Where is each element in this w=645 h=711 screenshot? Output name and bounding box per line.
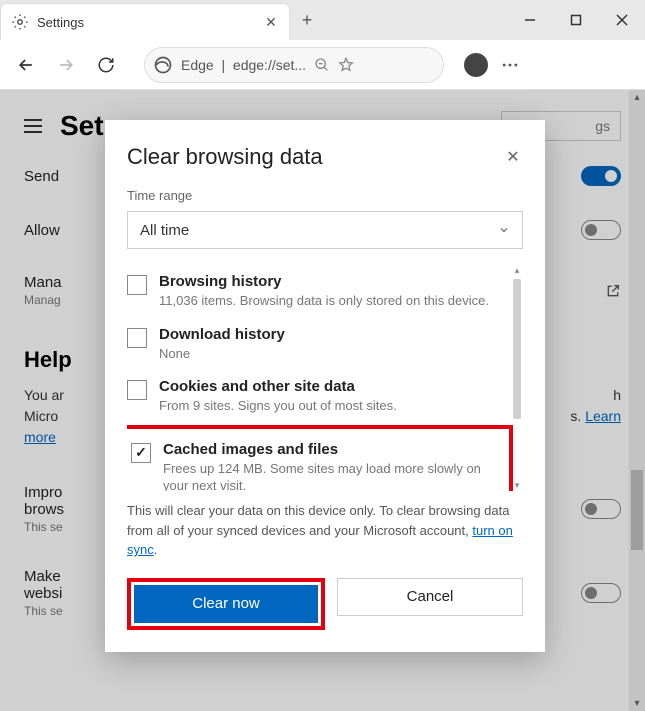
browser-tab[interactable]: Settings ✕ — [0, 3, 290, 40]
checkbox-cookies[interactable] — [127, 380, 147, 400]
clear-browsing-data-dialog: Clear browsing data ✕ Time range All tim… — [105, 120, 545, 652]
address-text: Edge | edge://set... — [181, 57, 306, 73]
maximize-button[interactable] — [553, 0, 599, 40]
more-menu-button[interactable] — [492, 47, 528, 83]
cancel-button[interactable]: Cancel — [337, 578, 523, 616]
option-desc: 11,036 items. Browsing data is only stor… — [159, 292, 507, 310]
option-desc: None — [159, 345, 507, 363]
toolbar: Edge | edge://set... — [0, 40, 645, 90]
clear-now-button[interactable]: Clear now — [134, 585, 318, 623]
option-name: Cached images and files — [163, 441, 503, 458]
option-cached-images: Cached images and files Frees up 124 MB.… — [131, 433, 503, 491]
favorite-icon[interactable] — [338, 57, 354, 73]
gear-icon — [11, 13, 29, 31]
options-list: Browsing history 11,036 items. Browsing … — [127, 265, 523, 491]
back-button[interactable] — [8, 47, 44, 83]
window-close-button[interactable] — [599, 0, 645, 40]
time-range-select[interactable]: All time — [127, 211, 523, 249]
option-name: Download history — [159, 326, 507, 343]
list-scrollbar[interactable]: ▴ ▾ — [511, 265, 523, 491]
option-download-history: Download history None — [127, 318, 507, 371]
checkbox-browsing-history[interactable] — [127, 275, 147, 295]
zoom-out-icon[interactable] — [314, 57, 330, 73]
time-range-value: All time — [140, 222, 189, 239]
tab-label: Settings — [37, 15, 255, 30]
option-cookies: Cookies and other site data From 9 sites… — [127, 370, 507, 423]
title-bar: Settings ✕ + — [0, 0, 645, 40]
checkbox-cached-images[interactable] — [131, 443, 151, 463]
highlight-annotation: Clear now — [127, 578, 325, 630]
highlight-annotation: Cached images and files Frees up 124 MB.… — [127, 425, 513, 491]
option-name: Browsing history — [159, 273, 507, 290]
new-tab-button[interactable]: + — [290, 0, 324, 40]
edge-icon — [153, 55, 173, 75]
tab-close-icon[interactable]: ✕ — [263, 14, 279, 30]
checkbox-download-history[interactable] — [127, 328, 147, 348]
sync-note: This will clear your data on this device… — [127, 501, 523, 560]
profile-avatar[interactable] — [464, 53, 488, 77]
address-bar[interactable]: Edge | edge://set... — [144, 47, 444, 83]
dialog-close-button[interactable]: ✕ — [503, 147, 523, 167]
chevron-down-icon — [498, 224, 510, 236]
scroll-down-icon[interactable]: ▾ — [511, 480, 523, 491]
scroll-up-icon[interactable]: ▴ — [511, 265, 523, 276]
minimize-button[interactable] — [507, 0, 553, 40]
forward-button[interactable] — [48, 47, 84, 83]
option-name: Cookies and other site data — [159, 378, 507, 395]
refresh-button[interactable] — [88, 47, 124, 83]
dialog-title: Clear browsing data — [127, 144, 323, 170]
time-range-label: Time range — [127, 188, 523, 203]
option-desc: Frees up 124 MB. Some sites may load mor… — [163, 460, 503, 491]
scrollbar-thumb[interactable] — [513, 279, 521, 419]
option-desc: From 9 sites. Signs you out of most site… — [159, 397, 507, 415]
option-browsing-history: Browsing history 11,036 items. Browsing … — [127, 265, 507, 318]
